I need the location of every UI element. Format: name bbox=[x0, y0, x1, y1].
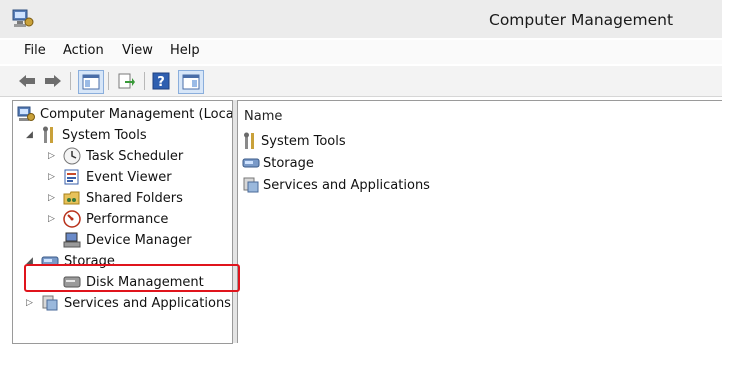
tree-label: Services and Applications bbox=[64, 295, 231, 311]
help-icon: ? bbox=[152, 72, 170, 90]
window-title: Computer Management bbox=[489, 11, 674, 29]
menu-help[interactable]: Help bbox=[170, 43, 200, 58]
computer-management-icon bbox=[12, 9, 34, 27]
device-manager-icon bbox=[63, 232, 81, 248]
menu-view[interactable]: View bbox=[122, 43, 153, 58]
computer-management-icon bbox=[17, 106, 35, 121]
show-action-pane-button[interactable] bbox=[178, 70, 204, 94]
tree-label: System Tools bbox=[62, 127, 147, 143]
tree-label: Event Viewer bbox=[86, 169, 172, 185]
tree-item-system-tools[interactable]: System Tools bbox=[41, 125, 147, 145]
menu-file[interactable]: File bbox=[24, 43, 46, 58]
shared-folder-icon bbox=[63, 191, 80, 205]
menu-bar: File Action View Help bbox=[0, 40, 722, 64]
expand-arrow-icon[interactable]: ▷ bbox=[48, 214, 55, 224]
tree-label: Performance bbox=[86, 211, 169, 227]
svg-text:?: ? bbox=[157, 75, 165, 90]
highlight-box bbox=[24, 264, 240, 292]
tree-label: Computer Management (Local bbox=[40, 106, 233, 122]
tree-label: Shared Folders bbox=[86, 190, 183, 206]
console-tree[interactable]: Computer Management (Local ◢ System Tool… bbox=[12, 100, 233, 344]
list-item[interactable]: Storage bbox=[242, 153, 314, 173]
tree-item-device-manager[interactable]: Device Manager bbox=[63, 230, 192, 250]
services-applications-icon bbox=[243, 177, 259, 193]
show-hide-tree-button[interactable] bbox=[78, 70, 104, 94]
toolbar-separator bbox=[108, 72, 109, 90]
action-pane-icon bbox=[182, 74, 200, 90]
tree-item-services-applications[interactable]: Services and Applications bbox=[41, 293, 231, 313]
tree-item-shared-folders[interactable]: Shared Folders bbox=[63, 188, 183, 208]
event-viewer-icon bbox=[64, 169, 79, 185]
title-bar[interactable]: Computer Management bbox=[0, 0, 722, 38]
back-button[interactable] bbox=[16, 70, 38, 92]
tree-item-performance[interactable]: Performance bbox=[63, 209, 168, 229]
expand-arrow-icon[interactable]: ▷ bbox=[26, 298, 33, 308]
expand-arrow-icon[interactable]: ▷ bbox=[48, 193, 55, 203]
services-applications-icon bbox=[42, 295, 58, 311]
tree-item-root[interactable]: Computer Management (Local bbox=[17, 104, 233, 124]
clock-icon bbox=[63, 147, 81, 165]
expand-arrow-icon[interactable]: ▷ bbox=[48, 151, 55, 161]
console-tree-icon bbox=[82, 74, 100, 90]
tree-item-task-scheduler[interactable]: Task Scheduler bbox=[63, 146, 183, 166]
menu-action[interactable]: Action bbox=[63, 43, 104, 58]
tree-label: Task Scheduler bbox=[86, 148, 184, 164]
forward-button[interactable] bbox=[42, 70, 64, 92]
storage-icon bbox=[242, 158, 260, 168]
toolbar-separator bbox=[70, 72, 71, 90]
tree-label: Device Manager bbox=[86, 232, 192, 248]
details-pane: Name System Tools Storage Services and A… bbox=[238, 100, 722, 344]
list-item-label: Storage bbox=[263, 155, 314, 171]
system-tools-icon bbox=[43, 126, 53, 143]
export-list-button[interactable] bbox=[114, 70, 138, 92]
toolbar: ? bbox=[0, 66, 722, 97]
column-header-name[interactable]: Name bbox=[244, 109, 282, 124]
system-tools-icon bbox=[244, 132, 254, 149]
computer-management-window: Computer Management File Action View Hel… bbox=[0, 0, 722, 350]
collapse-arrow-icon[interactable]: ◢ bbox=[26, 130, 33, 140]
toolbar-separator bbox=[144, 72, 145, 90]
list-item-label: Services and Applications bbox=[263, 177, 430, 193]
arrow-left-icon bbox=[19, 75, 35, 87]
list-item-label: System Tools bbox=[261, 133, 346, 149]
help-button[interactable]: ? bbox=[151, 70, 171, 92]
export-list-icon bbox=[118, 73, 135, 89]
list-item[interactable]: System Tools bbox=[242, 131, 346, 151]
expand-arrow-icon[interactable]: ▷ bbox=[48, 172, 55, 182]
performance-icon bbox=[63, 210, 81, 228]
arrow-right-icon bbox=[45, 75, 61, 87]
tree-item-event-viewer[interactable]: Event Viewer bbox=[63, 167, 172, 187]
list-item[interactable]: Services and Applications bbox=[242, 175, 430, 195]
